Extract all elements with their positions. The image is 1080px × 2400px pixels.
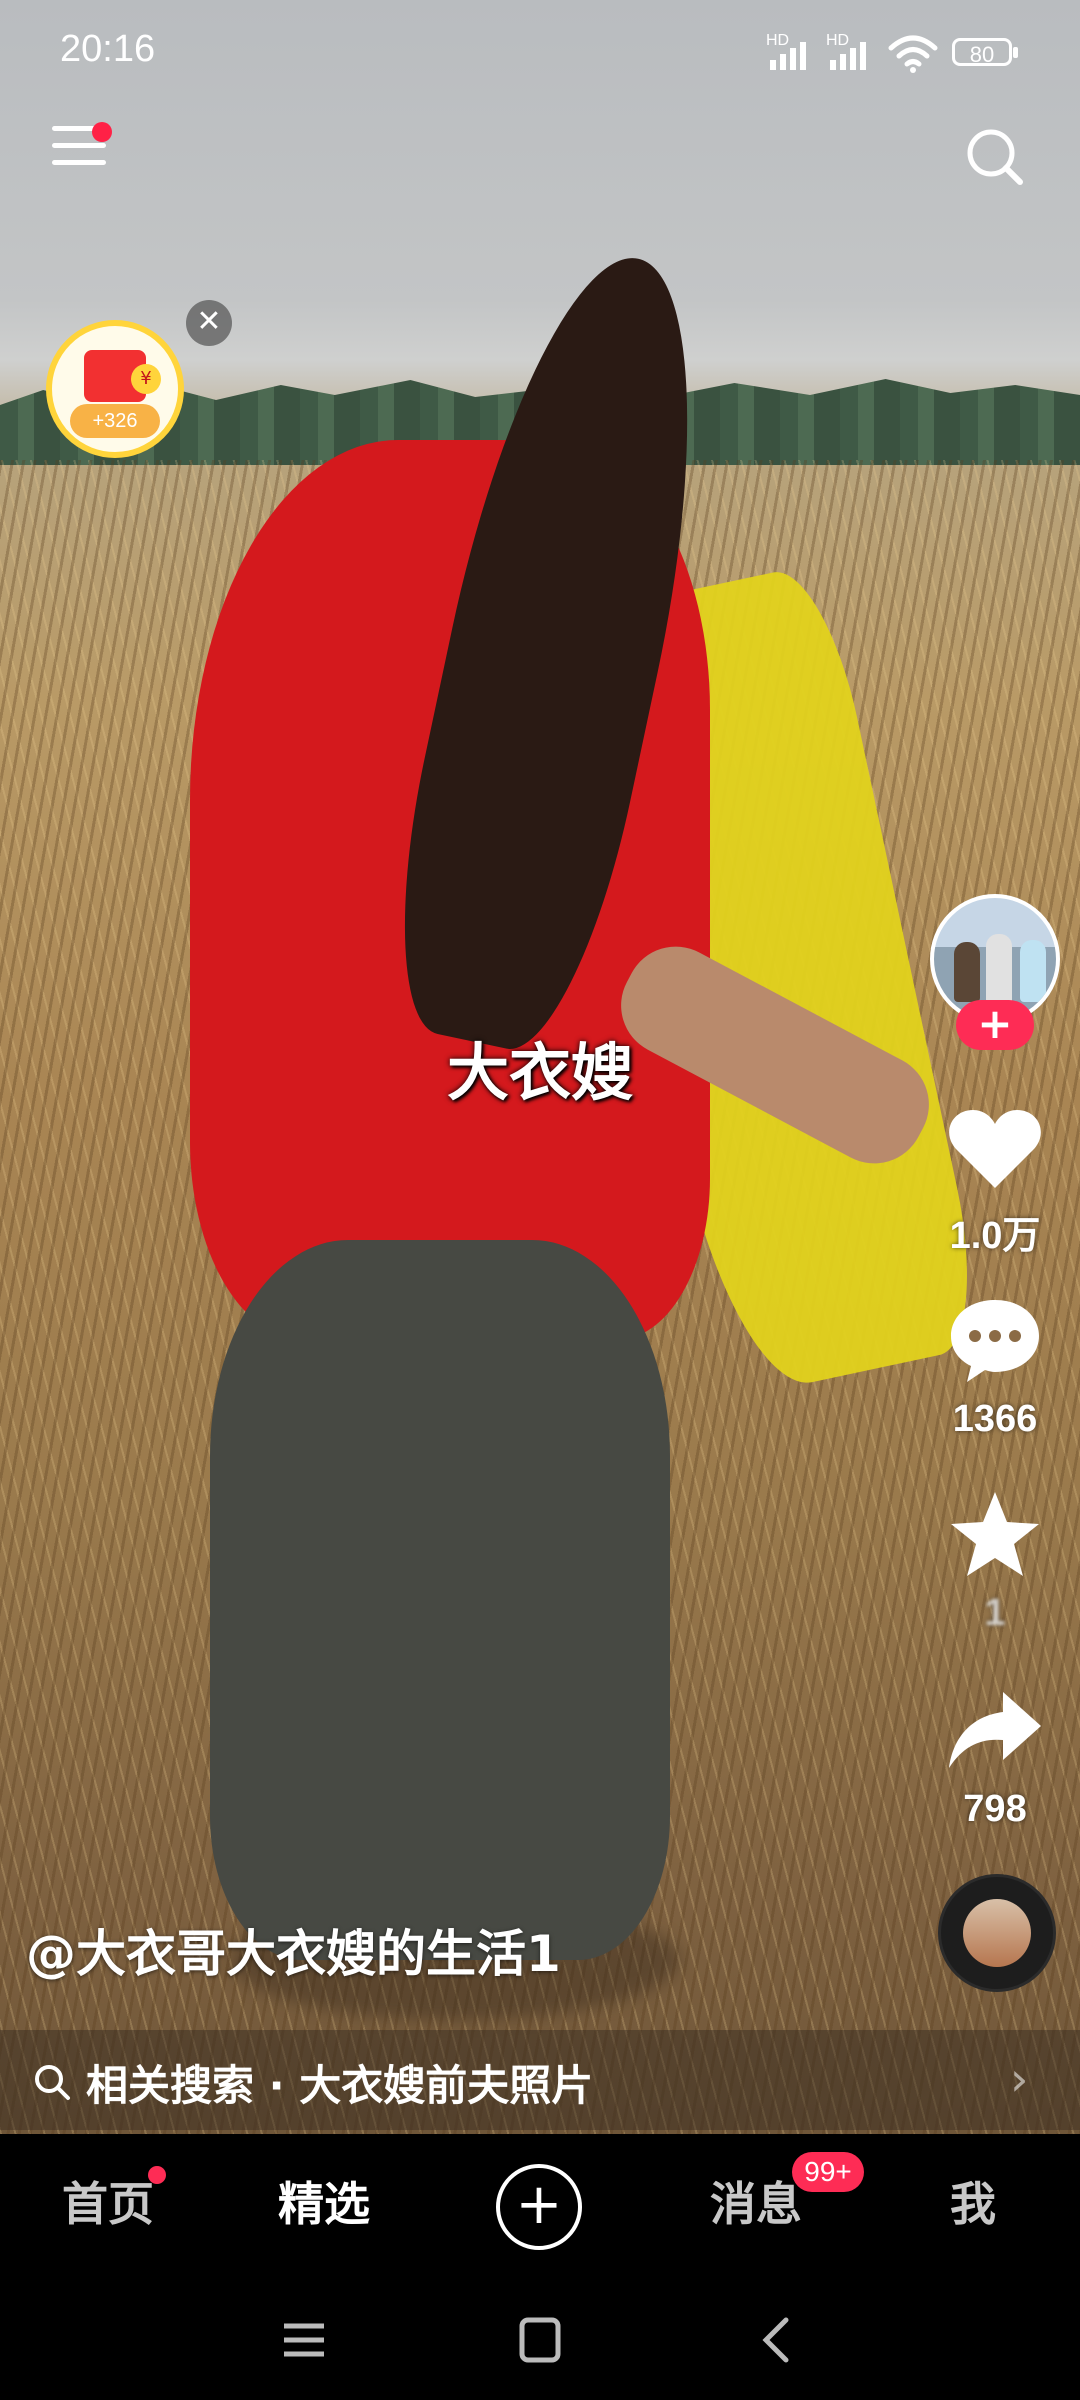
system-navigation-bar xyxy=(0,2276,1080,2400)
favorite-count: 1 xyxy=(984,1592,1006,1634)
coin-icon: ¥ xyxy=(131,364,161,394)
signal-2-icon xyxy=(830,36,874,70)
wifi-icon xyxy=(888,35,938,73)
related-search-text: 相关搜索 · 大衣嫂前夫照片 xyxy=(86,2061,594,2110)
music-disc-icon[interactable] xyxy=(938,1874,1056,1992)
share-count: 798 xyxy=(963,1788,1027,1830)
status-time: 20:16 xyxy=(60,28,156,70)
messages-badge: 99+ xyxy=(792,2152,864,2192)
home-notification-dot xyxy=(148,2166,166,2184)
video-feed-screen: 20:16 HD HD 80 ¥ +326 ✕ 大衣嫂 + 1.0万 1366 … xyxy=(0,0,1080,2400)
follow-button[interactable]: + xyxy=(956,1000,1034,1050)
related-search-bar[interactable]: 相关搜索 · 大衣嫂前夫照片 › xyxy=(0,2030,1080,2130)
system-home-icon[interactable] xyxy=(510,2312,570,2368)
tab-messages[interactable]: 消息 xyxy=(710,2168,802,2234)
red-packet-widget[interactable]: ¥ +326 xyxy=(46,320,184,458)
battery-indicator: 80 xyxy=(952,38,1018,67)
signal-1-icon xyxy=(770,36,814,70)
close-icon[interactable]: ✕ xyxy=(186,300,232,346)
tab-home[interactable]: 首页 xyxy=(62,2168,154,2234)
author-name[interactable]: @大衣哥大衣嫂的生活1 xyxy=(26,1914,561,1986)
status-bar: 20:16 HD HD 80 xyxy=(0,0,1080,110)
red-envelope-icon: ¥ xyxy=(84,350,161,402)
menu-notification-dot xyxy=(92,122,112,142)
comment-icon[interactable] xyxy=(945,1296,1045,1386)
like-count: 1.0万 xyxy=(949,1215,1041,1257)
search-icon[interactable] xyxy=(960,122,1030,192)
red-packet-amount: +326 xyxy=(70,404,160,438)
chevron-right-icon: › xyxy=(1010,2052,1029,2106)
system-menu-icon[interactable] xyxy=(274,2312,334,2368)
tab-me[interactable]: 我 xyxy=(950,2168,996,2234)
star-icon[interactable] xyxy=(945,1490,1045,1580)
heart-icon[interactable] xyxy=(945,1104,1045,1194)
search-icon xyxy=(35,2065,70,2100)
woman-pants xyxy=(210,1240,670,1960)
share-icon[interactable] xyxy=(945,1686,1045,1776)
video-subtitle: 大衣嫂 xyxy=(446,1036,633,1109)
music-cover xyxy=(963,1899,1031,1967)
comment-count: 1366 xyxy=(952,1398,1038,1440)
create-button[interactable]: + xyxy=(496,2164,582,2250)
system-back-icon[interactable] xyxy=(746,2312,806,2368)
tab-featured[interactable]: 精选 xyxy=(278,2168,370,2234)
